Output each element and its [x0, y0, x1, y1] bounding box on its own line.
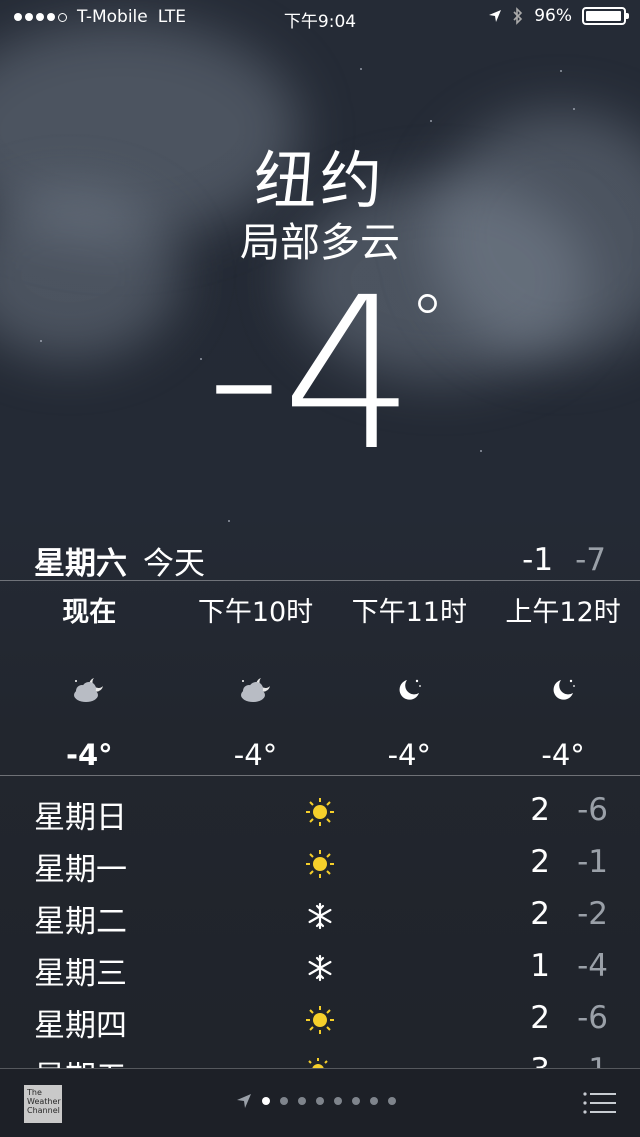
battery-percentage: 96% — [534, 6, 572, 26]
bluetooth-icon — [513, 7, 523, 25]
forecast-high: 2 — [530, 896, 550, 932]
hour-item: 下午11时 -4° — [332, 590, 486, 772]
page-dot[interactable] — [334, 1097, 342, 1105]
hour-item: 上午12时 -4° — [486, 590, 640, 772]
bottom-toolbar: The Weather Channel — [0, 1068, 640, 1137]
hour-temperature: -4° — [233, 738, 278, 772]
page-dot[interactable] — [388, 1097, 396, 1105]
hour-item: 现在 -4° — [0, 590, 179, 772]
moon-icon — [486, 660, 640, 720]
hour-temperature: -4° — [387, 738, 432, 772]
hour-time: 下午11时 — [351, 597, 467, 628]
forecast-low: -4 — [577, 948, 608, 984]
forecast-high: 2 — [530, 792, 550, 828]
today-label: 今天 — [143, 545, 205, 582]
forecast-day: 星期三 — [34, 956, 127, 992]
hourly-forecast[interactable]: 现在 -4° 下午10时 -4° 下午11时 -4° 上午12时 -4° — [0, 590, 640, 772]
sun-icon — [300, 792, 340, 832]
hour-item: 下午10时 -4° — [179, 590, 333, 772]
status-bar: T-Mobile LTE 下午9:04 96% — [0, 0, 640, 34]
today-high: -1 — [522, 542, 554, 578]
forecast-day: 星期日 — [34, 800, 127, 836]
forecast-day: 星期二 — [34, 904, 127, 940]
list-item: 星期日 2 -6 — [0, 786, 640, 838]
moon-icon — [332, 660, 486, 720]
hour-time: 下午10时 — [197, 597, 314, 628]
list-item: 星期三 1 -4 — [0, 942, 640, 994]
page-dot[interactable] — [370, 1097, 378, 1105]
daily-forecast[interactable]: 星期日 2 -6 星期一 2 -1 星期二 2 -2 星期三 1 -4 星期四 — [0, 786, 640, 1098]
forecast-low: -1 — [577, 844, 608, 880]
today-summary: 星期六 今天 -1 -7 — [34, 538, 606, 582]
forecast-day: 星期四 — [34, 1008, 127, 1044]
page-dot[interactable] — [298, 1097, 306, 1105]
page-indicator[interactable] — [236, 1093, 396, 1109]
forecast-day: 星期一 — [34, 852, 127, 888]
snow-icon — [300, 896, 340, 936]
forecast-low: -6 — [577, 792, 608, 828]
battery-icon — [582, 7, 629, 25]
list-item: 星期一 2 -1 — [0, 838, 640, 890]
forecast-high: 1 — [530, 948, 550, 984]
city-name: 纽约 — [253, 144, 386, 217]
snow-icon — [300, 948, 340, 988]
hour-time: 上午12时 — [505, 597, 621, 628]
degree-symbol: ° — [410, 280, 445, 362]
hour-time: 现在 — [62, 597, 117, 628]
forecast-high: 2 — [530, 844, 550, 880]
page-dot[interactable] — [352, 1097, 360, 1105]
hour-temperature: -4° — [65, 738, 113, 772]
current-temperature: -4 — [206, 252, 416, 497]
list-item: 星期二 2 -2 — [0, 890, 640, 942]
sun-icon — [300, 844, 340, 884]
divider — [0, 580, 640, 581]
weather-channel-logo[interactable]: The Weather Channel — [24, 1085, 62, 1123]
list-icon[interactable] — [582, 1091, 616, 1115]
sun-icon — [300, 1000, 340, 1040]
today-low: -7 — [575, 542, 606, 578]
location-arrow-icon — [489, 10, 502, 22]
partly-cloudy-night-icon — [179, 660, 333, 720]
forecast-high: 2 — [530, 1000, 550, 1036]
today-day: 星期六 — [34, 545, 127, 582]
partly-cloudy-night-icon — [0, 660, 179, 720]
list-item: 星期四 2 -6 — [0, 994, 640, 1046]
forecast-low: -2 — [577, 896, 608, 932]
hour-temperature: -4° — [541, 738, 585, 772]
page-dot[interactable] — [280, 1097, 288, 1105]
page-dot[interactable] — [262, 1097, 270, 1105]
forecast-low: -6 — [577, 1000, 608, 1036]
page-dot[interactable] — [316, 1097, 324, 1105]
divider — [0, 775, 640, 776]
location-arrow-icon — [237, 1094, 251, 1108]
